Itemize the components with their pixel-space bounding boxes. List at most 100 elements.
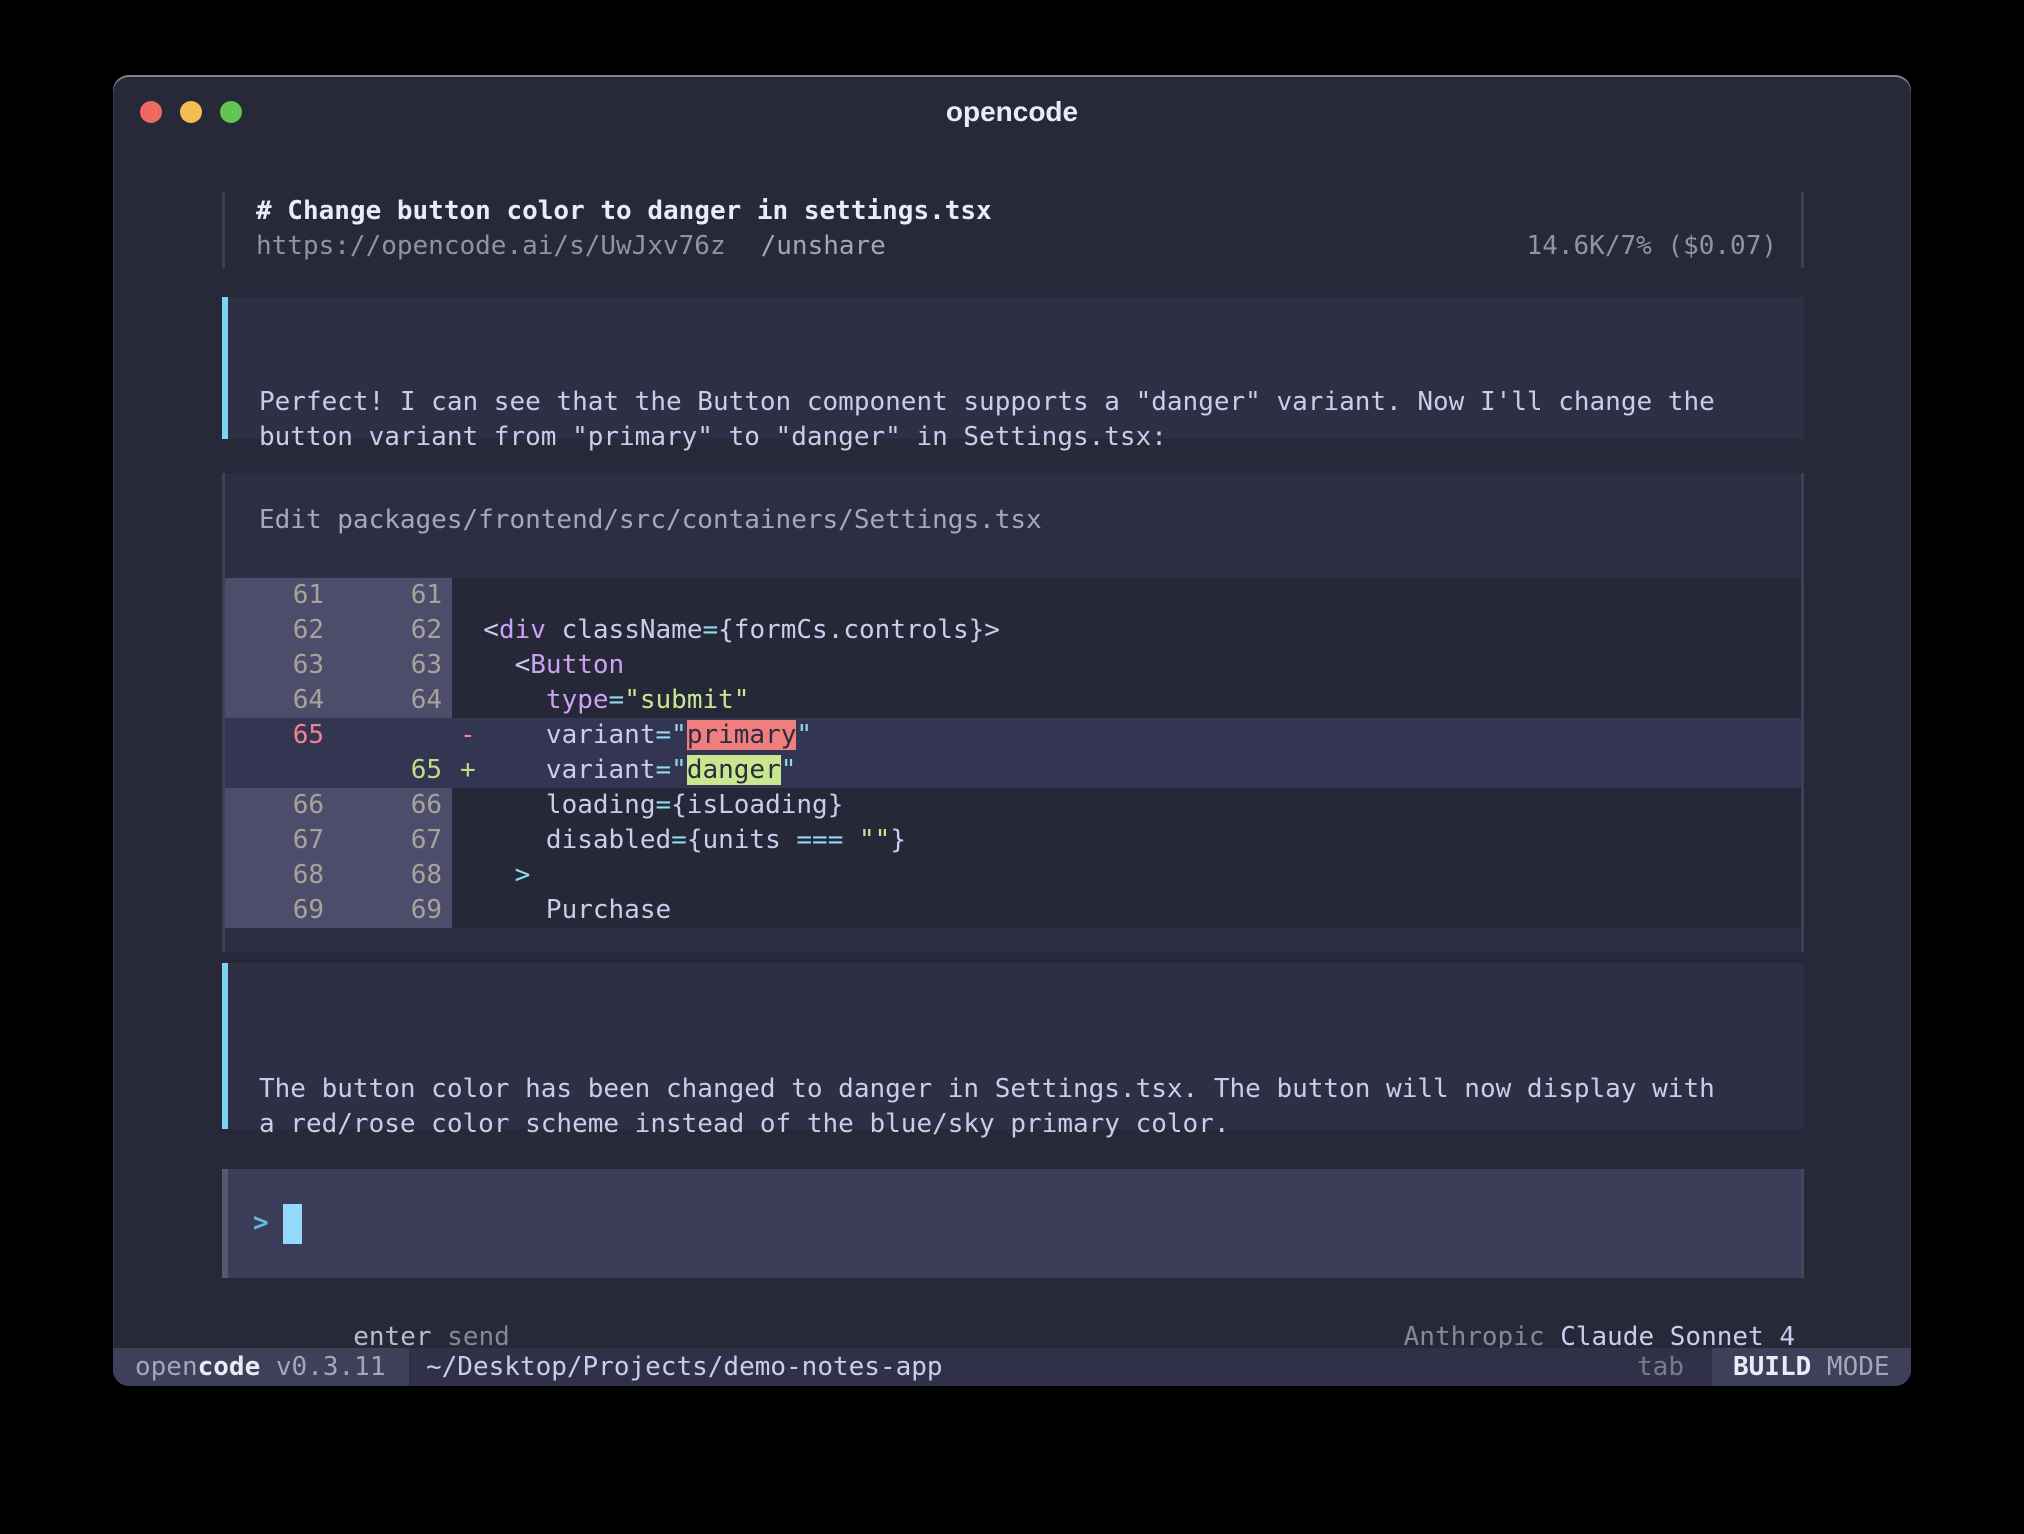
window-title: opencode	[113, 94, 1911, 129]
old-line-number: 69	[225, 893, 324, 928]
code-token: div	[499, 615, 546, 645]
code-token: Button	[530, 650, 624, 680]
code-token	[452, 860, 515, 890]
code-line: loading={isLoading}	[452, 788, 1801, 823]
new-line-number	[324, 718, 452, 753]
token-usage: 14.6K/7% ($0.07)	[1527, 229, 1777, 264]
diff-marker: -	[460, 718, 476, 753]
new-line-number: 67	[324, 823, 452, 858]
code-token: {isLoading}	[671, 790, 843, 820]
code-token: primary	[687, 720, 797, 750]
app-version: v0.3.11	[260, 1350, 385, 1385]
new-line-number: 62	[324, 613, 452, 648]
new-line-number: 69	[324, 893, 452, 928]
new-line-number: 63	[324, 648, 452, 683]
new-line-number: 64	[324, 683, 452, 718]
code-token	[452, 685, 546, 715]
message-line: button variant from "primary" to "danger…	[259, 420, 1804, 455]
old-line-number: 61	[225, 578, 324, 613]
old-line-number: 66	[225, 788, 324, 823]
tool-title: Edit packages/frontend/src/containers/Se…	[259, 503, 1801, 538]
code-line	[452, 578, 1801, 613]
text-cursor	[283, 1204, 302, 1244]
message-line: The button color has been changed to dan…	[259, 1072, 1804, 1107]
diff-row: 6969 Purchase	[225, 893, 1801, 928]
share-url: https://opencode.ai/s/UwJxv76z	[256, 229, 726, 264]
code-line: >	[452, 858, 1801, 893]
status-bar: opencode v0.3.11 ~/Desktop/Projects/demo…	[113, 1348, 1911, 1386]
code-line: <div className={formCs.controls}>	[452, 613, 1801, 648]
code-line: Purchase	[452, 893, 1801, 928]
code-token: {units	[687, 825, 797, 855]
message-text: The button color has been changed to dan…	[259, 1072, 1804, 1142]
tab-key-hint[interactable]: tab	[1637, 1350, 1684, 1385]
code-token: "	[781, 755, 797, 785]
new-line-number: 65	[324, 753, 452, 788]
old-line-number: 64	[225, 683, 324, 718]
code-token: =	[609, 685, 625, 715]
working-directory: ~/Desktop/Projects/demo-notes-app	[426, 1350, 943, 1385]
code-token: =	[671, 825, 687, 855]
assistant-message-2: The button color has been changed to dan…	[222, 963, 1804, 1129]
prompt-input[interactable]: >	[222, 1169, 1804, 1278]
old-line-number: 63	[225, 648, 324, 683]
prompt-symbol: >	[253, 1206, 269, 1241]
code-token: danger	[687, 755, 781, 785]
app-name-bold: code	[198, 1350, 261, 1385]
diff-row: 65+ variant="danger"	[225, 753, 1801, 788]
diff-marker: +	[460, 753, 476, 788]
code-line: <Button	[452, 648, 1801, 683]
old-line-number: 68	[225, 858, 324, 893]
build-mode-badge: BUILD MODE	[1712, 1348, 1911, 1386]
app-version-chip: opencode v0.3.11	[113, 1348, 409, 1386]
diff-row: 6767 disabled={units === ""}	[225, 823, 1801, 858]
code-token: =	[702, 615, 718, 645]
assistant-message-1: Perfect! I can see that the Button compo…	[222, 297, 1804, 439]
new-line-number: 66	[324, 788, 452, 823]
diff-row: 6464 type="submit"	[225, 683, 1801, 718]
code-token: loading	[452, 790, 656, 820]
diff-row: 6666 loading={isLoading}	[225, 788, 1801, 823]
code-token: =	[656, 790, 672, 820]
code-token: >	[515, 860, 531, 890]
code-token: <	[452, 650, 530, 680]
message-line: Perfect! I can see that the Button compo…	[259, 385, 1804, 420]
code-line: type="submit"	[452, 683, 1801, 718]
code-token: "submit"	[624, 685, 749, 715]
diff-row: 6161	[225, 578, 1801, 613]
mode-name: BUILD	[1733, 1350, 1811, 1385]
screen: opencode # Change button color to danger…	[0, 0, 2024, 1534]
diff-row: 6262 <div className={formCs.controls}>	[225, 613, 1801, 648]
diff-row: 65- variant="primary"	[225, 718, 1801, 753]
edit-tool-call: Edit packages/frontend/src/containers/Se…	[222, 473, 1804, 952]
diff-view: 61616262 <div className={formCs.controls…	[225, 578, 1801, 928]
new-line-number: 61	[324, 578, 452, 613]
app-name: open	[135, 1350, 198, 1385]
message-text: Perfect! I can see that the Button compo…	[259, 385, 1804, 455]
old-line-number: 67	[225, 823, 324, 858]
code-token	[843, 825, 859, 855]
new-line-number: 68	[324, 858, 452, 893]
code-token: variant	[452, 720, 656, 750]
code-line: - variant="primary"	[452, 718, 1801, 753]
old-line-number: 62	[225, 613, 324, 648]
mode-suffix: MODE	[1811, 1350, 1889, 1385]
code-line: + variant="danger"	[452, 753, 1801, 788]
diff-row: 6868 >	[225, 858, 1801, 893]
session-header: # Change button color to danger in setti…	[222, 192, 1804, 268]
code-token: <	[452, 615, 499, 645]
code-token: {formCs.controls}>	[718, 615, 1000, 645]
code-token: "	[796, 720, 812, 750]
code-token: type	[546, 685, 609, 715]
message-line: a red/rose color scheme instead of the b…	[259, 1107, 1804, 1142]
code-token: ""	[859, 825, 890, 855]
unshare-command: /unshare	[761, 229, 886, 264]
code-token: variant	[452, 755, 656, 785]
code-line: disabled={units === ""}	[452, 823, 1801, 858]
old-line-number	[225, 753, 324, 788]
code-token: ="	[656, 755, 687, 785]
app-window: opencode # Change button color to danger…	[113, 75, 1911, 1386]
code-token: ===	[796, 825, 843, 855]
code-token: ="	[656, 720, 687, 750]
code-token: Purchase	[452, 895, 671, 925]
